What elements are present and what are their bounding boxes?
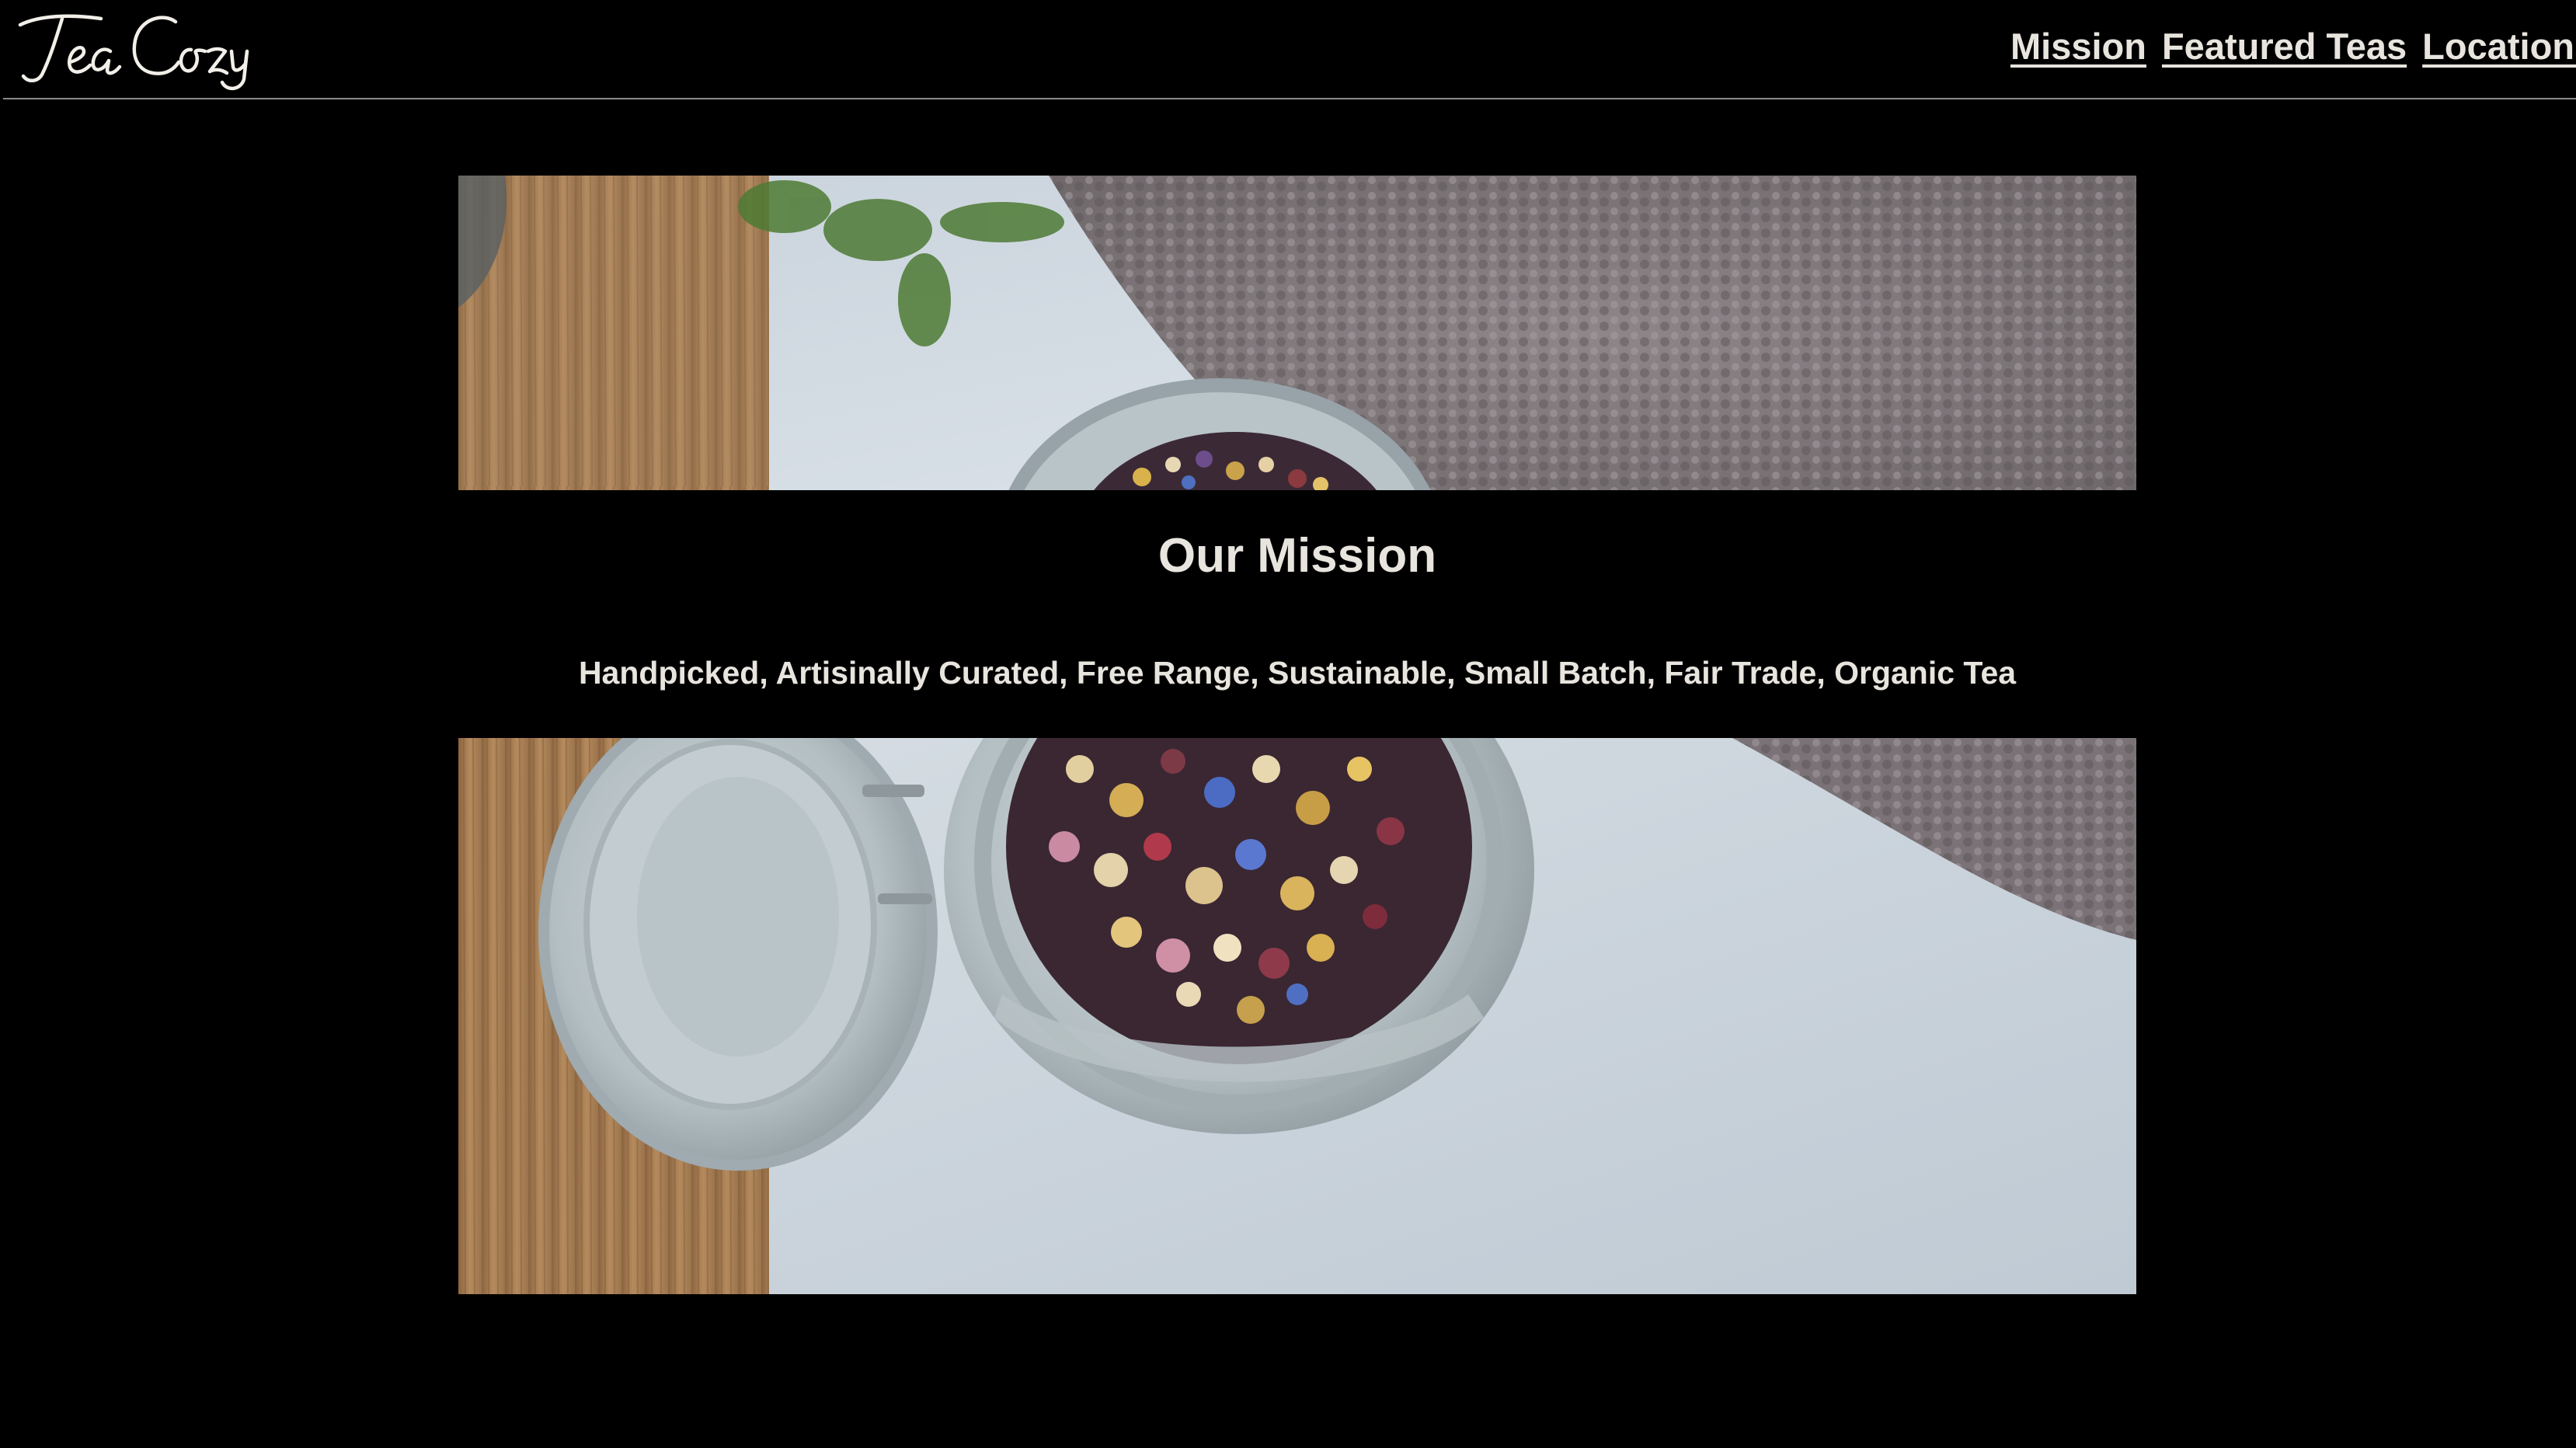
mission-title: Our Mission <box>1157 529 1437 583</box>
logo-script-mark <box>18 14 249 90</box>
main-nav: Mission Featured Teas Locations <box>2010 25 2576 68</box>
mission-image-top <box>458 176 2136 490</box>
nav-link-mission[interactable]: Mission <box>2010 25 2146 68</box>
nav-link-featured-teas[interactable]: Featured Teas <box>2162 25 2407 68</box>
header-divider <box>3 98 2576 99</box>
nav-link-locations[interactable]: Locations <box>2422 25 2576 68</box>
tea-cozy-logo[interactable] <box>16 2 256 95</box>
site-header: Mission Featured Teas Locations <box>0 0 2576 99</box>
mission-tagline: Handpicked, Artisinally Curated, Free Ra… <box>578 655 2017 691</box>
mission-section: Our Mission Handpicked, Artisinally Cura… <box>458 176 2136 1294</box>
mission-image-bottom <box>458 738 2136 1294</box>
